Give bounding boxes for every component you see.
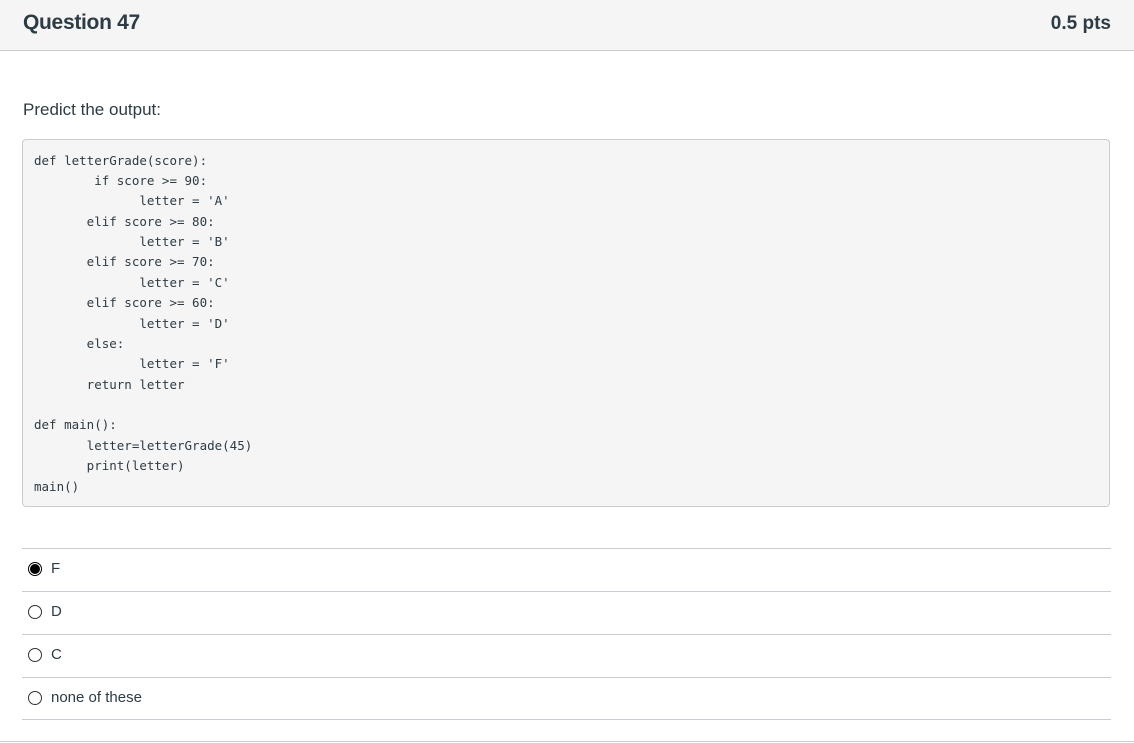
question-header: Question 47 0.5 pts <box>0 0 1134 51</box>
answer-option-f[interactable]: F <box>22 548 1111 591</box>
code-line: letter=letterGrade(45) <box>34 438 253 453</box>
code-line: letter = 'A' <box>34 193 230 208</box>
question-title: Question 47 <box>23 11 140 34</box>
answer-label[interactable]: D <box>51 603 62 620</box>
question-points: 0.5 pts <box>1050 13 1111 34</box>
answer-label[interactable]: F <box>51 560 60 577</box>
radio-button[interactable] <box>28 605 42 619</box>
code-line: elif score >= 70: <box>34 254 215 269</box>
code-line: def letterGrade(score): <box>34 153 208 168</box>
code-line: letter = 'C' <box>34 275 230 290</box>
code-line: letter = 'B' <box>34 234 230 249</box>
answer-option-none-of-these[interactable]: none of these <box>22 677 1111 720</box>
code-line: print(letter) <box>34 458 185 473</box>
code-line: elif score >= 80: <box>34 214 215 229</box>
code-line: letter = 'D' <box>34 316 230 331</box>
code-block: def letterGrade(score): if score >= 90: … <box>22 139 1110 507</box>
code-line: if score >= 90: <box>34 173 208 188</box>
answer-label[interactable]: C <box>51 646 62 663</box>
radio-button[interactable] <box>28 648 42 662</box>
divider <box>0 741 1134 742</box>
question-prompt: Predict the output: <box>23 100 161 119</box>
code-line: letter = 'F' <box>34 356 230 371</box>
answer-option-d[interactable]: D <box>22 591 1111 634</box>
code-line: elif score >= 60: <box>34 295 215 310</box>
answer-list: F D C none of these <box>22 548 1111 720</box>
answer-option-c[interactable]: C <box>22 634 1111 677</box>
code-line: return letter <box>34 377 185 392</box>
radio-button[interactable] <box>28 691 42 705</box>
code-line: main() <box>34 479 80 494</box>
code-line: def main(): <box>34 417 117 432</box>
answer-label[interactable]: none of these <box>51 689 142 706</box>
code-line: else: <box>34 336 125 351</box>
radio-button-selected[interactable] <box>28 562 42 576</box>
